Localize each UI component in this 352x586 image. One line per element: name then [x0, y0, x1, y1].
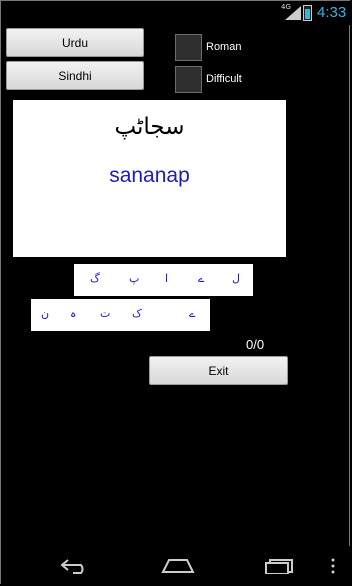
menu-icon[interactable]	[330, 558, 336, 574]
difficult-checkbox[interactable]	[175, 66, 202, 93]
urdu-word: سجاڻپ	[114, 114, 185, 140]
recent-apps-icon[interactable]	[264, 558, 296, 574]
letter-tile[interactable]: ے	[189, 307, 195, 320]
battery-icon	[303, 5, 312, 21]
letter-row-2: ے ک ت ہ ن	[31, 299, 210, 331]
sindhi-button[interactable]: Sindhi	[6, 61, 144, 90]
letter-tile[interactable]: ت	[100, 307, 110, 320]
roman-checkbox-label: Roman	[206, 41, 242, 53]
home-icon[interactable]	[161, 558, 195, 574]
score-label: 0/0	[246, 337, 265, 352]
letter-tile[interactable]: ے	[198, 272, 204, 285]
status-bar: 4G 4:33	[1, 1, 351, 25]
roman-checkbox[interactable]	[175, 34, 202, 61]
signal-icon	[285, 6, 301, 20]
letter-tile[interactable]: پ	[129, 272, 139, 285]
letter-tile[interactable]: ک	[132, 307, 142, 320]
back-icon[interactable]	[59, 558, 91, 574]
letter-tile[interactable]: ہ	[70, 307, 76, 320]
letter-tile[interactable]: ا	[165, 272, 168, 285]
letter-row-1: ل ے ا پ گ	[74, 264, 253, 296]
difficult-checkbox-label: Difficult	[206, 73, 242, 85]
word-card: سجاڻپ sananap	[13, 100, 286, 257]
roman-word: sananap	[109, 164, 190, 187]
exit-button[interactable]: Exit	[149, 356, 288, 385]
clock: 4:33	[317, 4, 347, 21]
letter-tile[interactable]: ل	[232, 272, 240, 285]
letter-tile[interactable]: گ	[90, 272, 100, 285]
navigation-bar	[1, 546, 350, 584]
letter-tile[interactable]: ن	[41, 307, 49, 320]
urdu-button[interactable]: Urdu	[6, 28, 144, 57]
